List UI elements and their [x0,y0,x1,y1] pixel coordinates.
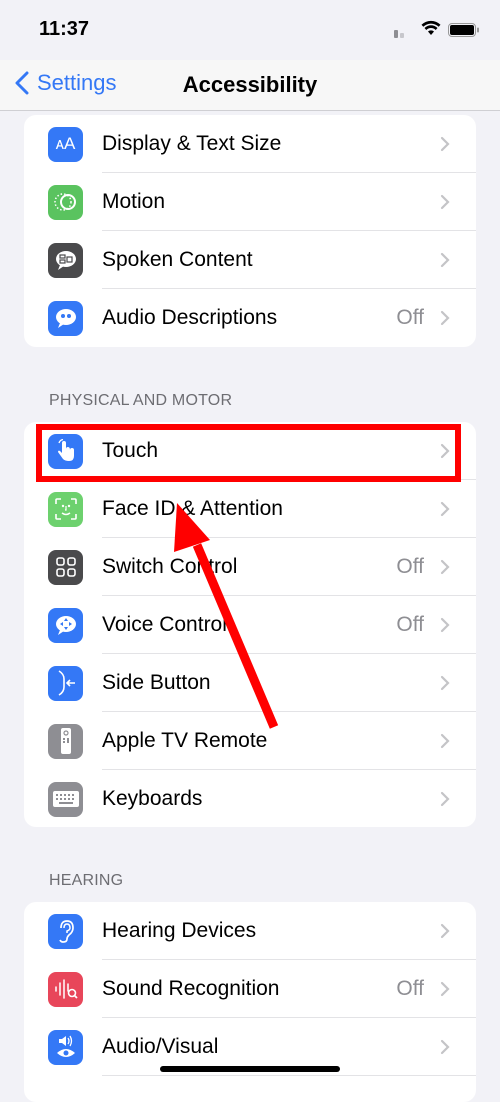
home-indicator[interactable] [160,1066,340,1072]
annotation-arrow [174,503,279,729]
